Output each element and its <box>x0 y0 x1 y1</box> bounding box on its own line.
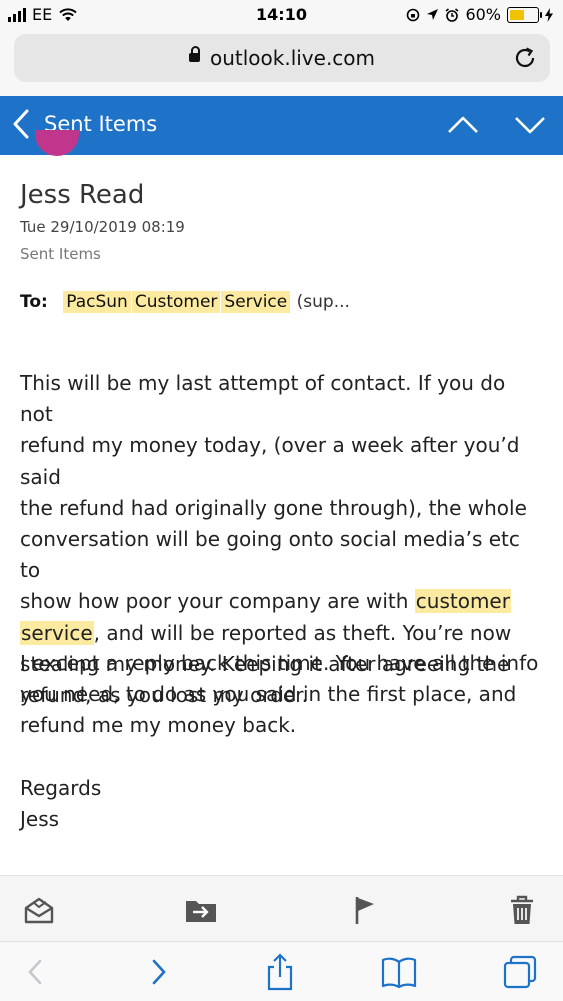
message-paragraph-2: I except a reply back this time. You hav… <box>20 648 540 742</box>
body-line: service, and will be reported as theft. … <box>20 618 540 649</box>
reload-icon[interactable] <box>512 45 538 71</box>
url-text: outlook.live.com <box>209 46 376 70</box>
orientation-lock-icon <box>407 8 420 21</box>
body-line: show how poor your company are with cust… <box>20 586 540 617</box>
back-to-folder-button[interactable]: Sent Items <box>12 108 157 140</box>
alarm-icon <box>445 7 459 22</box>
bookmarks-icon[interactable] <box>381 953 417 991</box>
sender-avatar <box>35 130 79 160</box>
body-line: you need, to do as you said in the first… <box>20 682 517 707</box>
share-icon[interactable] <box>262 953 298 991</box>
body-line: refund me my money back. <box>20 713 297 738</box>
lock-icon <box>188 46 200 62</box>
mail-action-toolbar <box>0 875 563 942</box>
to-label: To: <box>20 292 48 312</box>
move-icon[interactable] <box>184 894 218 926</box>
body-line: I except a reply back this time. You hav… <box>20 651 539 675</box>
status-right: 60% <box>406 5 553 24</box>
chevron-left-icon <box>13 109 29 139</box>
body-line: refund my money today, (over a week afte… <box>20 433 520 489</box>
closing-line: Regards <box>20 776 102 800</box>
flag-icon[interactable] <box>349 894 383 926</box>
battery-icon <box>507 6 542 23</box>
mark-read-icon[interactable] <box>22 894 56 926</box>
location-icon <box>427 9 439 20</box>
charging-bolt-icon <box>545 7 553 22</box>
battery-fill <box>510 9 524 20</box>
delete-icon[interactable] <box>505 894 539 926</box>
recipients-line: To: PacSun Customer Service (sup... <box>20 291 350 313</box>
address-bar[interactable]: outlook.live.com <box>14 34 550 82</box>
signature-line: Jess <box>20 807 60 832</box>
body-text: show how poor your company are with <box>20 589 415 614</box>
browser-toolbar <box>0 941 563 1001</box>
highlighted-word: Customer <box>131 291 221 313</box>
url-display[interactable]: outlook.live.com <box>14 46 550 70</box>
sender-name[interactable]: Jess Read <box>20 180 144 210</box>
body-text: , and will be reported as theft. You’re … <box>93 620 512 645</box>
status-bar: EE 14:10 60% <box>0 0 563 30</box>
highlighted-word: customer <box>414 589 511 614</box>
folder-label: Sent Items <box>20 245 101 263</box>
body-line: This will be my last attempt of contact.… <box>20 371 506 427</box>
next-message-icon[interactable] <box>513 110 547 140</box>
browser-url-area: outlook.live.com <box>0 30 563 96</box>
highlighted-word: service <box>20 620 94 645</box>
recipient-truncated: (sup... <box>296 292 350 312</box>
sent-date: Tue 29/10/2019 08:19 <box>20 218 185 236</box>
body-line: the refund had originally gone through),… <box>20 495 527 520</box>
forward-icon[interactable] <box>140 953 176 991</box>
message-signoff: Regards Jess <box>20 773 540 835</box>
previous-message-icon[interactable] <box>446 110 480 140</box>
recipient[interactable]: PacSun Customer Service (sup... <box>63 291 350 313</box>
battery-percent: 60% <box>465 5 501 24</box>
mail-header: Sent Items <box>0 96 563 155</box>
highlighted-word: Service <box>221 291 291 313</box>
back-icon[interactable] <box>18 953 54 991</box>
tabs-icon[interactable] <box>502 953 538 991</box>
highlighted-word: PacSun <box>63 291 131 313</box>
body-line: conversation will be going onto social m… <box>20 527 520 583</box>
